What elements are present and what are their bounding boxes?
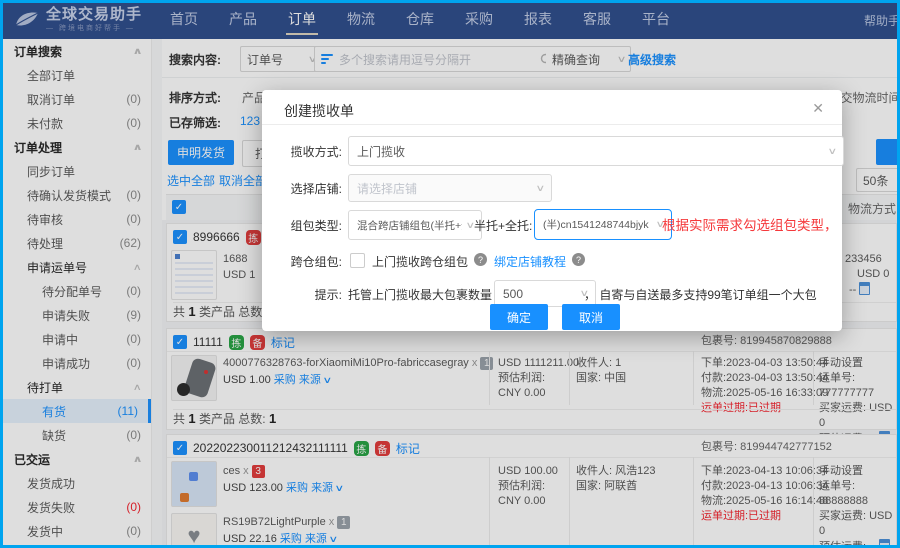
pickup-method-label: 揽收方式: bbox=[290, 145, 342, 159]
red-annotation: 根据实际需求勾选组包类型， bbox=[662, 218, 838, 233]
pickup-method-select[interactable]: 上门揽收 ∨ bbox=[348, 136, 844, 166]
max-parcel-select[interactable]: 500 ∨ bbox=[494, 280, 596, 307]
close-icon[interactable]: ✕ bbox=[812, 100, 824, 117]
bind-shop-tutorial-link[interactable]: 绑定店铺教程 bbox=[494, 253, 566, 270]
semi-full-select[interactable]: (半)cn1541248744bjyk ∨ bbox=[534, 209, 672, 240]
help-icon[interactable]: ? bbox=[474, 253, 487, 266]
chevron-down-icon: ∨ bbox=[535, 182, 546, 193]
confirm-button[interactable]: 确定 bbox=[490, 304, 548, 330]
cross-warehouse-text: 上门揽收跨仓组包 bbox=[372, 255, 469, 269]
pack-type-label: 组包类型: bbox=[290, 219, 342, 233]
shop-select-label: 选择店铺: bbox=[290, 182, 342, 196]
app-window: 全球交易助手 — 跨境电商好帮手 — 首页 产品 订单 物流 仓库 采购 报表 … bbox=[0, 0, 900, 548]
shop-select[interactable]: 请选择店铺 ∨ bbox=[348, 174, 552, 202]
cross-warehouse-checkbox[interactable] bbox=[350, 253, 365, 268]
cancel-button[interactable]: 取消 bbox=[562, 304, 620, 330]
semi-full-label: 半托+全托: bbox=[474, 219, 533, 233]
tip-suffix: ， 自寄与自送最多支持99笔订单组一个大包 bbox=[584, 288, 817, 302]
chevron-down-icon: ∨ bbox=[827, 145, 838, 156]
pack-type-select[interactable]: 混合跨店铺组包(半托+全 ∨ bbox=[348, 210, 482, 240]
help-icon[interactable]: ? bbox=[572, 253, 585, 266]
cross-warehouse-label: 跨仓组包: bbox=[290, 255, 342, 269]
tip-label: 提示: bbox=[314, 288, 342, 302]
tip-text: 托管上门揽收最大包裹数量 bbox=[348, 288, 493, 302]
modal-title: 创建揽收单 bbox=[284, 103, 354, 119]
create-pickup-modal: 创建揽收单 ✕ 揽收方式: 上门揽收 ∨ 选择店铺: 请选择店铺 ∨ 组包类型: 混… bbox=[262, 90, 844, 331]
divider bbox=[262, 124, 842, 125]
